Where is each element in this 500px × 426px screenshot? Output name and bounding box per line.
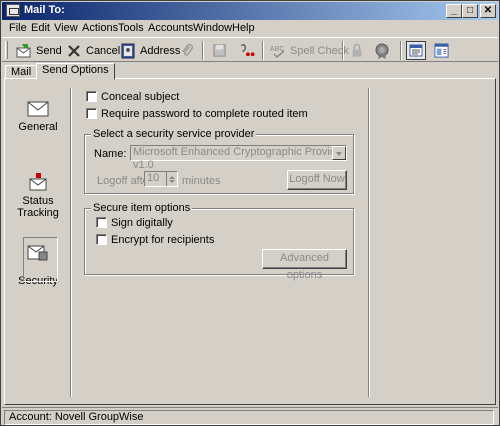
minutes-label: minutes (182, 175, 221, 187)
toolbar-separator (400, 41, 402, 60)
logoff-minutes-value: 10 (147, 172, 160, 184)
require-password-checkbox[interactable] (86, 108, 97, 119)
tab-strip: Mail Send Options (2, 63, 498, 80)
close-button[interactable]: ✕ (480, 4, 496, 18)
window-title: Mail To: (24, 4, 65, 16)
secure-item-options-title: Secure item options (91, 202, 193, 214)
spell-check-button[interactable]: ABC Spell Check (270, 41, 349, 60)
menu-help[interactable]: Help (232, 22, 255, 34)
nav-divider (70, 88, 72, 397)
toolbar-grip[interactable] (5, 41, 8, 59)
menu-edit[interactable]: Edit (31, 22, 50, 34)
spell-check-label: Spell Check (290, 44, 349, 57)
toolbar-separator (202, 41, 204, 60)
address-book-icon (121, 43, 135, 58)
nav-general-label: General (18, 121, 58, 133)
seal-icon[interactable] (374, 43, 390, 59)
spinner-arrows-icon[interactable] (166, 172, 177, 186)
menu-tools[interactable]: Tools (118, 22, 144, 34)
menu-view[interactable]: View (54, 22, 78, 34)
nav-status-tracking[interactable]: Status Tracking (5, 173, 71, 219)
maximize-button[interactable]: □ (462, 4, 478, 18)
encrypt-recipients-checkbox[interactable] (96, 234, 107, 245)
preview-icon[interactable] (434, 43, 449, 58)
toolbar-separator (262, 41, 264, 60)
conceal-subject-label: Conceal subject (101, 91, 180, 103)
title-bar: Mail To: _ □ ✕ (2, 2, 498, 20)
send-label: Send (36, 44, 62, 57)
menu-bar: File Edit View Actions Tools Accounts Wi… (2, 20, 498, 38)
cancel-button[interactable]: Cancel (66, 41, 120, 60)
toolbar-separator (342, 41, 344, 60)
require-password-label: Require password to complete routed item (101, 108, 308, 120)
save-icon[interactable] (212, 43, 227, 58)
minimize-button[interactable]: _ (446, 4, 462, 18)
view-icon[interactable] (406, 41, 426, 60)
menu-accounts[interactable]: Accounts (148, 22, 193, 34)
nav-security[interactable]: Security (5, 237, 71, 287)
sign-digitally-label: Sign digitally (111, 217, 173, 229)
tab-mail[interactable]: Mail (5, 65, 38, 79)
sign-digitally-checkbox[interactable] (96, 217, 107, 228)
cancel-icon (68, 44, 80, 57)
toolbar: Send Cancel Address ABC Spell Check (2, 37, 498, 62)
provider-name-dropdown[interactable]: Microsoft Enhanced Cryptographic Provide… (130, 145, 347, 171)
address-button[interactable]: Address (120, 41, 180, 60)
send-button[interactable]: Send (16, 41, 62, 60)
security-envelope-icon (27, 245, 48, 261)
nav-general[interactable]: General (5, 99, 71, 133)
cancel-label: Cancel (86, 44, 121, 57)
check-names-icon[interactable] (238, 43, 256, 58)
mail-app-icon (6, 4, 20, 17)
advanced-options-button[interactable]: Advanced options (262, 249, 347, 281)
menu-window[interactable]: Window (193, 22, 232, 34)
dropdown-arrow-icon (332, 146, 346, 160)
logoff-minutes-spinner[interactable]: 10 (144, 171, 178, 187)
tab-send-options[interactable]: Send Options (36, 63, 115, 80)
conceal-subject-checkbox[interactable] (86, 91, 97, 102)
spell-check-icon: ABC (270, 46, 285, 58)
logoff-now-button[interactable]: Logoff Now (287, 170, 347, 190)
address-label: Address (140, 44, 181, 57)
status-tracking-icon (29, 173, 47, 191)
nav-tracking-label: Tracking (17, 207, 59, 219)
menu-actions[interactable]: Actions (82, 22, 118, 34)
lock-icon[interactable] (350, 43, 364, 58)
attach-icon[interactable] (180, 43, 195, 59)
right-divider (368, 88, 370, 397)
mail-to-window: Mail To: _ □ ✕ File Edit View Actions To… (0, 0, 500, 426)
account-status: Account: Novell GroupWise (4, 410, 494, 425)
security-provider-title: Select a security service provider (91, 128, 257, 140)
send-icon (16, 43, 31, 57)
menu-file[interactable]: File (9, 22, 27, 34)
options-category-list: General Status Tracking Security (5, 81, 71, 397)
general-envelope-icon (27, 101, 49, 117)
status-bar: Account: Novell GroupWise (2, 407, 498, 425)
encrypt-recipients-label: Encrypt for recipients (111, 234, 215, 246)
nav-status-label: Status (22, 195, 54, 207)
provider-name-label: Name: (94, 148, 127, 160)
